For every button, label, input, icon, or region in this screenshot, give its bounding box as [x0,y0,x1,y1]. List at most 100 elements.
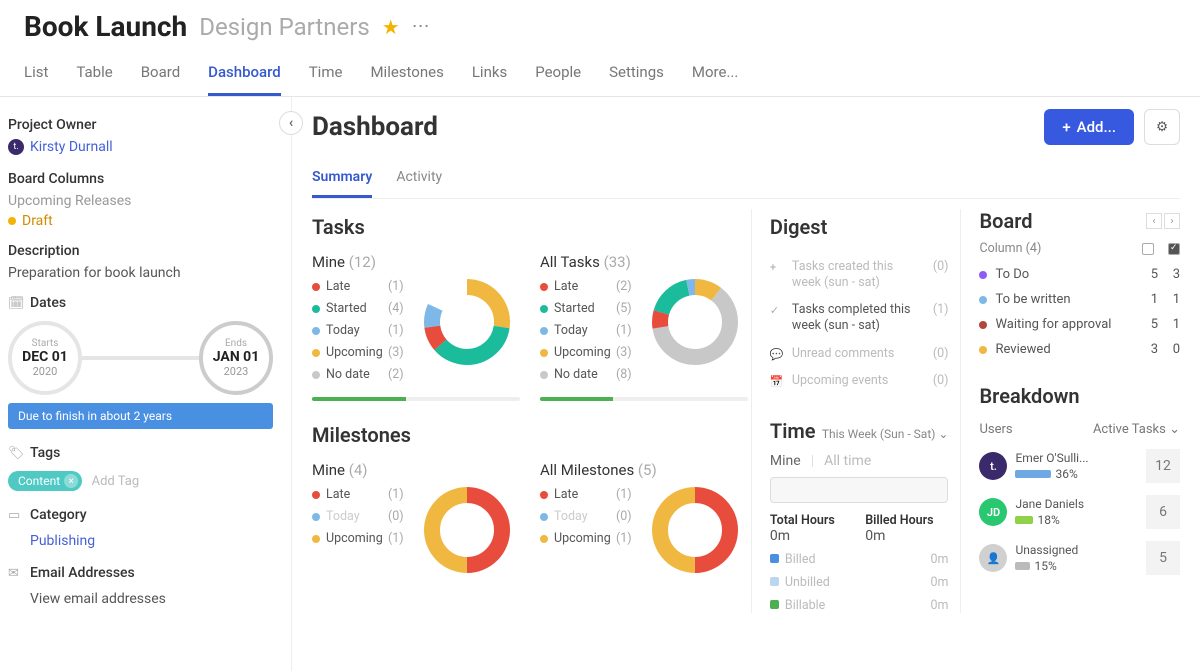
card-title: Mine (12) [312,253,520,271]
dot-icon [540,371,548,379]
dot-icon [540,535,548,543]
board-columns-value-2: Draft [8,213,273,229]
card-title: Mine (4) [312,461,520,479]
subtab-activity[interactable]: Activity [396,163,442,198]
tab-more[interactable]: More... [692,57,738,96]
donut-chart [652,279,738,365]
legend-row[interactable]: Upcoming(1) [540,531,644,546]
tab-dashboard[interactable]: Dashboard [208,57,281,96]
tab-table[interactable]: Table [76,57,112,96]
digest-row[interactable]: 💬 Unread comments (0) [770,340,949,368]
collapse-sidebar-button[interactable]: ‹ [279,111,303,135]
billed-hours-label: Billed Hours [865,513,948,528]
tag-remove-icon[interactable]: × [64,474,78,488]
legend-row[interactable]: Late(1) [312,487,416,502]
digest-title: Digest [770,215,949,239]
users-label: Users [979,422,1012,437]
legend-row[interactable]: Upcoming(1) [312,531,416,546]
tab-time[interactable]: Time [309,57,343,96]
user-name: Unassigned [1015,543,1138,557]
legend-row[interactable]: Started(4) [312,301,416,316]
legend-row[interactable]: Upcoming(3) [540,345,644,360]
legend-row[interactable]: Late(1) [540,487,644,502]
category-link[interactable]: Publishing [30,533,95,549]
digest-row[interactable]: ✓ Tasks completed this week (sun - sat) … [770,296,949,339]
dot-icon [540,305,548,313]
time-range-select[interactable]: This Week (Sun - Sat) ⌄ [822,427,949,441]
user-row[interactable]: JD Jane Daniels 18% 6 [979,489,1180,535]
digest-row[interactable]: 📅 Upcoming events (0) [770,367,949,395]
legend-row[interactable]: Upcoming(3) [312,345,416,360]
user-name: Jane Daniels [1015,497,1138,511]
mail-icon: ✉ [8,566,22,581]
tag-chip[interactable]: Content× [8,471,82,491]
board-row[interactable]: Reviewed 30 [979,337,1180,362]
user-avatar: t. [979,452,1007,480]
legend-row[interactable]: Today(1) [540,323,644,338]
time-tab-all[interactable]: All time [824,453,871,469]
tab-links[interactable]: Links [472,57,507,96]
plus-icon: + [1062,118,1070,136]
subtab-summary[interactable]: Summary [312,163,372,198]
user-row[interactable]: 👤 Unassigned 15% 5 [979,535,1180,581]
legend-row[interactable]: Today(0) [540,509,644,524]
owner-name-link[interactable]: Kirsty Durnall [30,139,113,155]
legend-row[interactable]: Today(1) [312,323,416,338]
bill-row: Billable 0m [770,598,949,613]
legend-row[interactable]: Late(1) [312,279,416,294]
add-tag-button[interactable]: Add Tag [92,474,140,489]
board-row[interactable]: To Do 53 [979,262,1180,287]
category-label: Category [30,507,87,523]
legend-row[interactable]: Started(5) [540,301,644,316]
board-row[interactable]: Waiting for approval 51 [979,312,1180,337]
time-tab-mine[interactable]: Mine [770,453,801,469]
star-icon[interactable]: ★ [382,15,400,39]
chevron-down-icon: ⌄ [1169,422,1180,437]
square-icon [770,554,779,563]
user-count: 6 [1146,495,1180,529]
card-icon[interactable] [1142,243,1154,255]
folder-icon: ▭ [8,508,22,523]
legend-row[interactable]: Today(0) [312,509,416,524]
time-input[interactable] [770,477,949,503]
add-button[interactable]: +Add... [1044,109,1134,145]
tab-list[interactable]: List [24,57,48,96]
dot-icon [540,283,548,291]
start-date-circle[interactable]: Starts DEC 01 2020 [8,321,82,395]
check-icon[interactable] [1168,243,1180,255]
board-next-button[interactable]: › [1164,213,1180,229]
tab-board[interactable]: Board [141,57,180,96]
legend-row[interactable]: No date(8) [540,367,644,382]
board-row[interactable]: To be written 11 [979,287,1180,312]
donut-chart [424,279,510,365]
tab-people[interactable]: People [535,57,581,96]
tag-icon: 🏷 [8,446,22,461]
bill-row: Billed 0m [770,552,949,567]
breakdown-filter[interactable]: Active Tasks ⌄ [1093,422,1180,437]
dates-label: Dates [30,295,66,311]
legend-row[interactable]: No date(2) [312,367,416,382]
dot-icon [312,305,320,313]
board-columns-label: Board Columns [8,171,273,187]
breakdown-title: Breakdown [979,384,1180,408]
dot-icon [979,321,987,329]
main-tabs: List Table Board Dashboard Time Milestones Lin… [0,47,1200,97]
donut-chart [652,487,738,573]
legend-row[interactable]: Late(2) [540,279,644,294]
user-count: 12 [1146,449,1180,483]
email-link[interactable]: View email addresses [30,591,166,607]
digest-row[interactable]: + Tasks created this week (sun - sat) (0… [770,253,949,296]
tab-milestones[interactable]: Milestones [370,57,443,96]
square-icon [770,577,779,586]
more-icon[interactable]: ⋯ [412,16,432,37]
bill-row: Unbilled 0m [770,575,949,590]
billed-hours-value: 0m [865,528,948,544]
board-prev-button[interactable]: ‹ [1146,213,1162,229]
end-date-circle[interactable]: Ends JAN 01 2023 [199,321,273,395]
user-row[interactable]: t. Emer O'Sulli... 36% 12 [979,443,1180,489]
dot-icon [312,491,320,499]
sidebar: ‹ Project Owner t. Kirsty Durnall Board … [0,97,292,671]
tab-settings[interactable]: Settings [609,57,664,96]
dot-icon [540,327,548,335]
settings-button[interactable]: ⚙ [1144,109,1180,145]
